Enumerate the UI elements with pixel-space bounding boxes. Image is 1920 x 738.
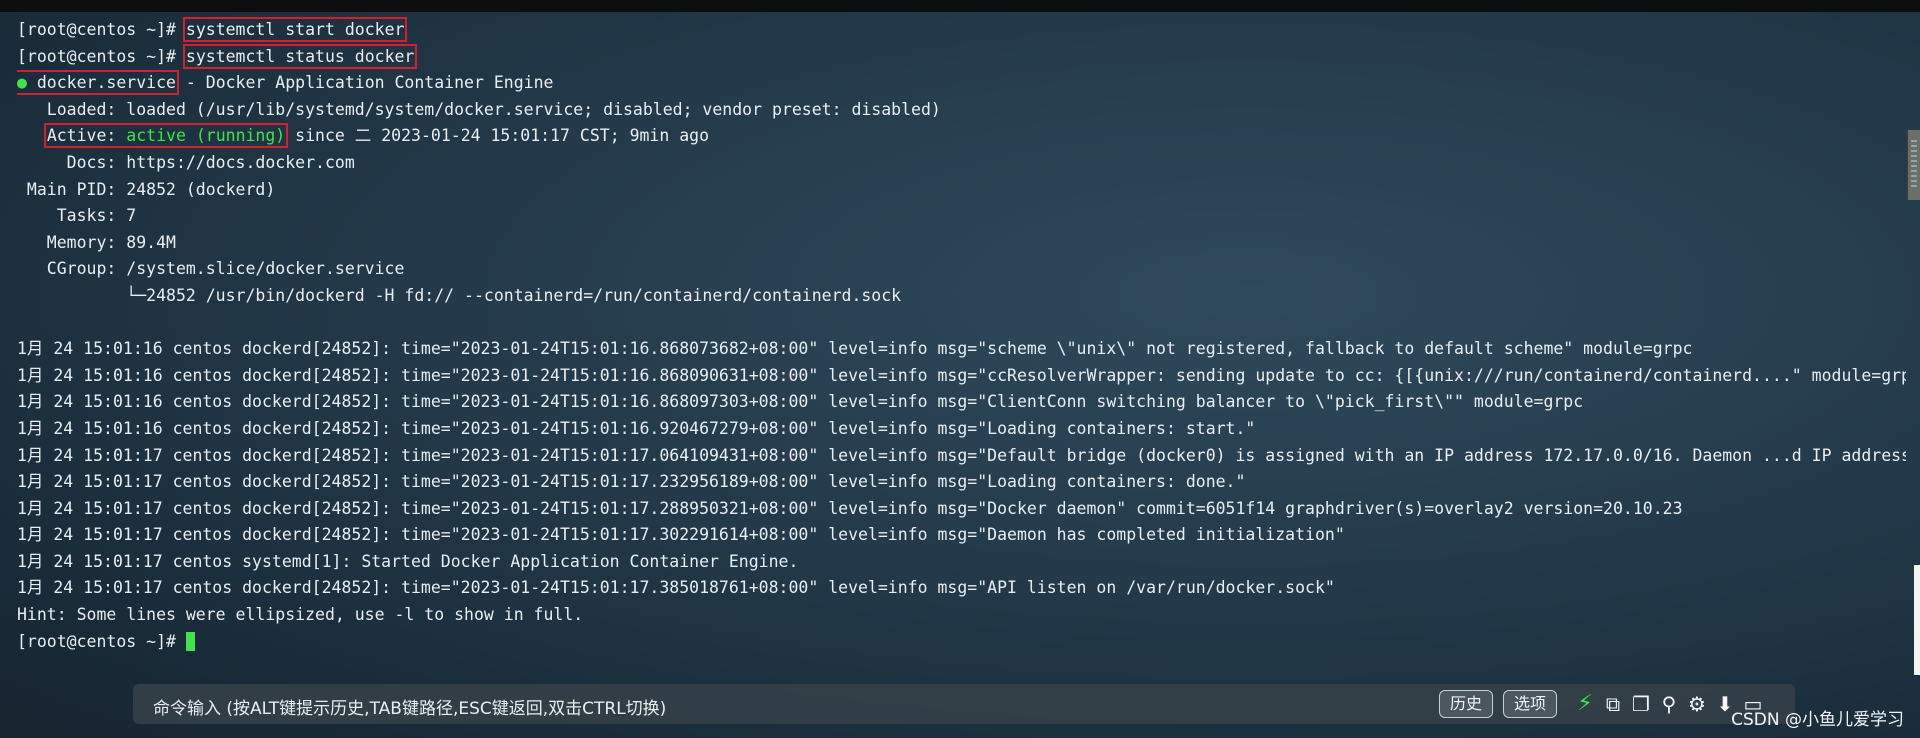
terminal-line: Hint: Some lines were ellipsized, use -l…	[17, 602, 1906, 629]
active-label: Active:	[46, 126, 127, 146]
service-name: docker.service	[26, 73, 176, 93]
options-button[interactable]: 选项	[1503, 690, 1558, 718]
terminal-output[interactable]: [root@centos ~]# systemctl start docker[…	[17, 17, 1906, 655]
highlighted-command: systemctl status docker	[182, 43, 418, 69]
terminal-line: 1月 24 15:01:16 centos dockerd[24852]: ti…	[17, 416, 1906, 443]
terminal-line: CGroup: /system.slice/docker.service	[17, 256, 1906, 283]
active-running-status: active (running)	[126, 126, 286, 146]
terminal-text: Docs: https://docs.docker.com	[17, 152, 355, 172]
terminal-line: Docs: https://docs.docker.com	[17, 150, 1906, 177]
terminal-line: 1月 24 15:01:17 centos dockerd[24852]: ti…	[17, 443, 1906, 470]
terminal-line: 1月 24 15:01:17 centos dockerd[24852]: ti…	[17, 522, 1906, 549]
terminal-text: [root@centos ~]#	[17, 631, 186, 651]
terminal-text: 1月 24 15:01:16 centos dockerd[24852]: ti…	[17, 392, 1584, 412]
lightning-icon[interactable]: ⚡	[1572, 690, 1598, 718]
terminal-text: 1月 24 15:01:16 centos dockerd[24852]: ti…	[17, 339, 1693, 359]
terminal-line: Active: active (running) since 二 2023-01…	[17, 123, 1906, 150]
terminal-text: Hint: Some lines were ellipsized, use -l…	[17, 605, 584, 625]
terminal-line: 1月 24 15:01:17 centos dockerd[24852]: ti…	[17, 469, 1906, 496]
terminal-line: 1月 24 15:01:16 centos dockerd[24852]: ti…	[17, 336, 1906, 363]
terminal-text: └─24852 /usr/bin/dockerd -H fd:// --cont…	[17, 285, 902, 305]
terminal-text: 1月 24 15:01:17 centos dockerd[24852]: ti…	[17, 578, 1335, 598]
gear-icon[interactable]: ⚙	[1684, 690, 1710, 718]
terminal-line: Main PID: 24852 (dockerd)	[17, 177, 1906, 204]
terminal-text: [root@centos ~]#	[17, 46, 186, 66]
history-button[interactable]: 历史	[1439, 690, 1494, 718]
terminal-line: 1月 24 15:01:16 centos dockerd[24852]: ti…	[17, 389, 1906, 416]
terminal-text: - Docker Application Container Engine	[175, 73, 554, 93]
terminal-line: └─24852 /usr/bin/dockerd -H fd:// --cont…	[17, 283, 1906, 310]
search-icon[interactable]: ⚲	[1656, 690, 1682, 718]
terminal-line: 1月 24 15:01:17 centos dockerd[24852]: ti…	[17, 496, 1906, 523]
terminal-text: since 二 2023-01-24 15:01:17 CST; 9min ag…	[285, 126, 710, 146]
terminal-text: CGroup: /system.slice/docker.service	[17, 259, 405, 279]
copy-icon[interactable]: ⧉	[1600, 690, 1626, 718]
terminal-text: 1月 24 15:01:17 centos dockerd[24852]: ti…	[17, 525, 1345, 545]
terminal-text: 1月 24 15:01:17 centos systemd[1]: Starte…	[17, 551, 799, 571]
terminal-text: 1月 24 15:01:17 centos dockerd[24852]: ti…	[17, 498, 1683, 518]
csdn-watermark: CSDN @小鱼儿爱学习	[1731, 710, 1904, 730]
terminal-line: ● docker.service - Docker Application Co…	[17, 70, 1906, 97]
scrollbar-handle[interactable]	[1907, 130, 1920, 200]
terminal-text: 1月 24 15:01:16 centos dockerd[24852]: ti…	[17, 365, 1906, 385]
terminal-line: [root@centos ~]#	[17, 629, 1906, 656]
terminal-line: Tasks: 7	[17, 203, 1906, 230]
terminal-line: Loaded: loaded (/usr/lib/systemd/system/…	[17, 97, 1906, 124]
terminal-line: [root@centos ~]# systemctl status docker	[17, 43, 1906, 71]
terminal-text: Tasks: 7	[17, 206, 137, 226]
highlighted-command: systemctl start docker	[182, 17, 408, 42]
terminal-line: 1月 24 15:01:17 centos dockerd[24852]: ti…	[17, 575, 1906, 602]
terminal-text: Loaded: loaded (/usr/lib/systemd/system/…	[17, 99, 941, 119]
terminal-text: Memory: 89.4M	[17, 232, 176, 252]
terminal-line: 1月 24 15:01:17 centos systemd[1]: Starte…	[17, 549, 1906, 576]
scrollbar-track[interactable]	[1914, 565, 1920, 675]
terminal-cursor[interactable]	[185, 631, 195, 651]
command-input-placeholder[interactable]: 命令输入 (按ALT键提示历史,TAB键路径,ESC键返回,双击CTRL切换)	[153, 694, 666, 719]
command-input-bar[interactable]: 命令输入 (按ALT键提示历史,TAB键路径,ESC键返回,双击CTRL切换) …	[133, 684, 1795, 724]
terminal-line: [root@centos ~]# systemctl start docker	[17, 17, 1906, 44]
terminal-line: Memory: 89.4M	[17, 230, 1906, 257]
service-name-highlight: ● docker.service	[17, 70, 179, 96]
terminal-text: [root@centos ~]#	[17, 20, 186, 39]
terminal-text: Main PID: 24852 (dockerd)	[17, 179, 276, 199]
window-top-bar	[0, 0, 1920, 12]
active-status-highlight: Active: active (running)	[43, 123, 289, 149]
terminal-text: 1月 24 15:01:16 centos dockerd[24852]: ti…	[17, 418, 1256, 438]
terminal-text: 1月 24 15:01:17 centos dockerd[24852]: ti…	[17, 445, 1906, 465]
status-dot-icon: ●	[17, 73, 27, 93]
paste-icon[interactable]: ❐	[1628, 690, 1654, 718]
terminal-line: 1月 24 15:01:16 centos dockerd[24852]: ti…	[17, 363, 1906, 390]
terminal-text: 1月 24 15:01:17 centos dockerd[24852]: ti…	[17, 472, 1246, 492]
